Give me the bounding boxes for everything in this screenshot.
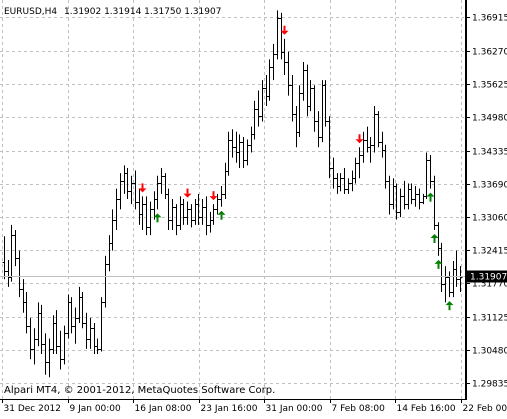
time-tick-label: 22 Feb 00:00 [463, 404, 507, 414]
copyright-label: Alpari MT4, © 2001-2012, MetaQuotes Soft… [4, 385, 275, 396]
chart-window[interactable]: 1.36915 1.36270 1.35625 1.34980 1.34335 1.336… [0, 0, 507, 415]
price-tick-label: 1.36915 [472, 14, 507, 24]
price-tick-label: 1.33690 [472, 181, 507, 191]
time-tick-label: 9 Jan 00:00 [70, 404, 122, 414]
time-tick-label: 23 Jan 16:00 [201, 404, 258, 414]
price-tick-label: 1.32415 [472, 247, 507, 257]
time-tick-label: 14 Feb 16:00 [397, 404, 456, 414]
time-tick-label: 16 Jan 08:00 [135, 404, 192, 414]
ohlc-readout: 1.31902 1.31914 1.31750 1.31907 [64, 7, 221, 17]
price-tick-label: 1.31125 [472, 314, 507, 324]
price-axis-border [465, 0, 467, 400]
time-tick-label: 31 Dec 2012 [4, 404, 62, 414]
time-tick-label: 7 Feb 08:00 [332, 404, 386, 414]
price-tick-label: 1.34980 [472, 114, 507, 124]
price-tick-label: 1.30480 [472, 347, 507, 357]
price-tick-label: 1.36270 [472, 48, 507, 58]
price-tick-label: 1.35625 [472, 81, 507, 91]
price-chart[interactable]: 1.36915 1.36270 1.35625 1.34980 1.34335 1.336… [0, 0, 507, 415]
current-price-label: 1.31907 [470, 273, 507, 283]
price-tick-label: 1.29835 [472, 380, 507, 390]
time-tick-label: 31 Jan 00:00 [266, 404, 323, 414]
symbol-timeframe-label: EURUSD,H4 [4, 7, 57, 17]
time-axis-border [0, 399, 467, 400]
price-tick-label: 1.34335 [472, 148, 507, 158]
price-tick-label: 1.33060 [472, 214, 507, 224]
chart-background [0, 0, 507, 415]
